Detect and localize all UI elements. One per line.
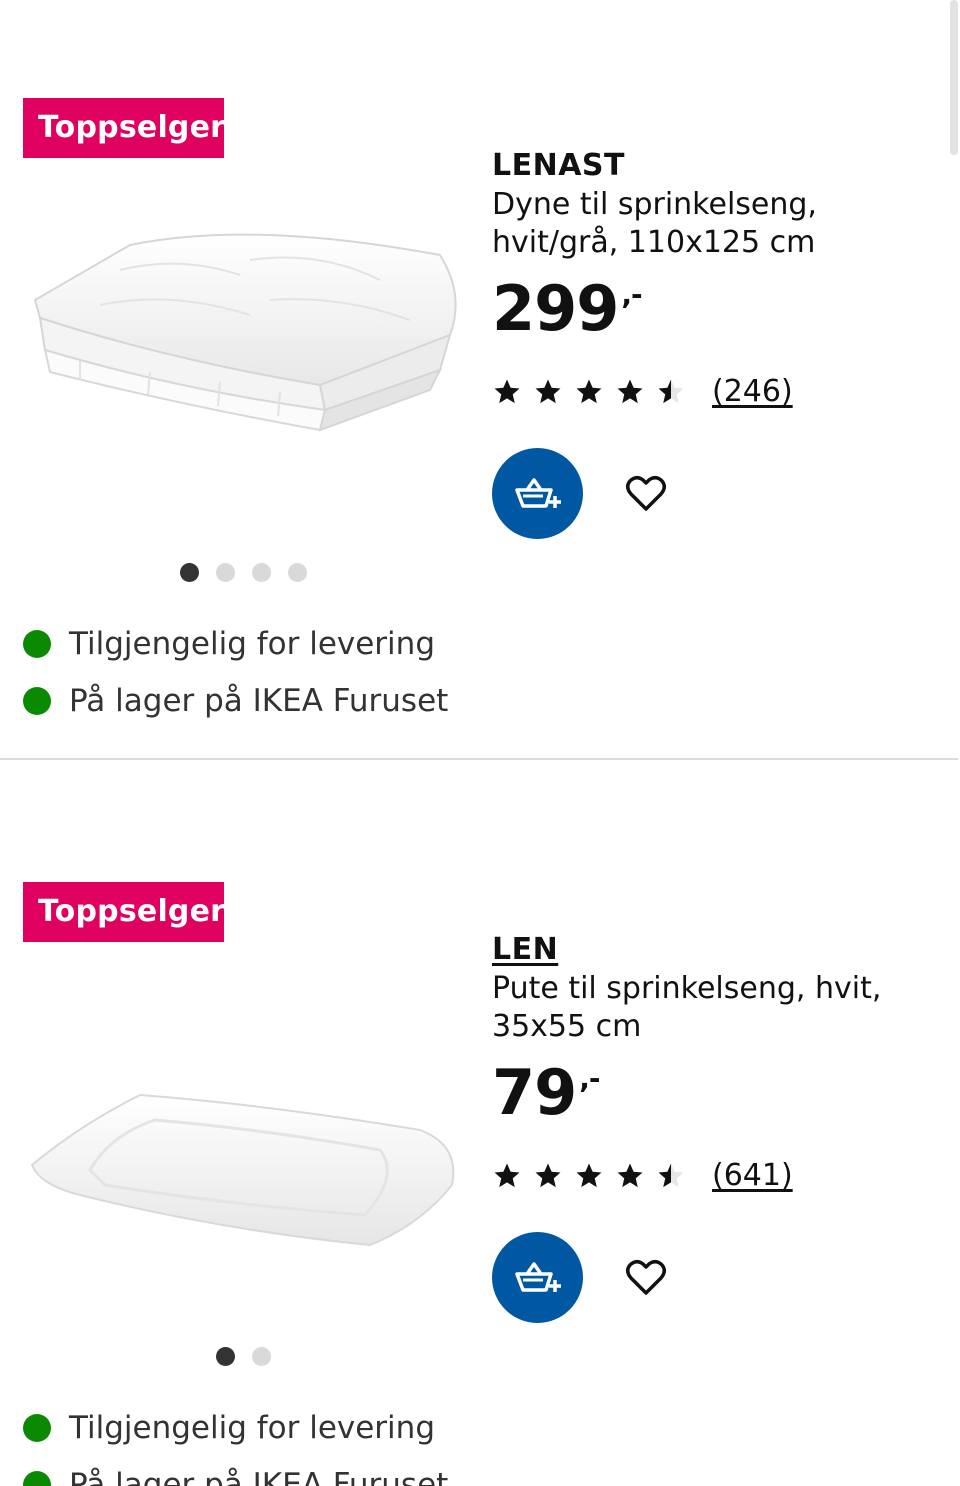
star-icon <box>617 379 643 403</box>
star-icon <box>576 1163 602 1187</box>
product-description[interactable]: Pute til sprinkelseng, hvit, 35x55 cm <box>492 970 912 1046</box>
in-stock-indicator <box>23 1414 51 1442</box>
product-card-len: Toppselger LEN Pute til sprinkelseng, hv… <box>0 760 958 1486</box>
add-to-cart-icon <box>514 1261 561 1292</box>
top-seller-badge: Toppselger <box>23 98 225 158</box>
availability-text: På lager på IKEA Furuset <box>69 1467 449 1486</box>
product-description[interactable]: Dyne til sprinkelseng, hvit/grå, 110x125… <box>492 186 912 262</box>
availability-text: Tilgjengelig for levering <box>69 626 435 662</box>
product-price: 79 ,- <box>492 1056 601 1129</box>
half-star-icon <box>658 379 684 403</box>
top-seller-badge: Toppselger <box>23 882 225 942</box>
carousel-dot[interactable] <box>216 563 235 582</box>
rating-stars <box>492 377 686 407</box>
price-value: 79 <box>492 1056 577 1129</box>
availability-text: På lager på IKEA Furuset <box>69 683 449 719</box>
product-rating[interactable]: (246) <box>492 374 793 409</box>
add-to-cart-button[interactable] <box>492 448 583 539</box>
heart-icon <box>626 476 666 511</box>
price-suffix: ,- <box>621 278 642 311</box>
add-to-favourites-button[interactable] <box>622 1255 670 1299</box>
add-to-cart-button[interactable] <box>492 1232 583 1323</box>
image-carousel-dots[interactable] <box>180 563 307 582</box>
carousel-dot[interactable] <box>288 563 307 582</box>
star-icon <box>494 1163 520 1187</box>
heart-icon <box>626 1260 666 1295</box>
rating-stars <box>492 1161 686 1191</box>
carousel-dot[interactable] <box>216 1347 235 1366</box>
folded-duvet-image[interactable] <box>20 200 470 530</box>
price-value: 299 <box>492 272 619 345</box>
star-icon <box>494 379 520 403</box>
carousel-dot[interactable] <box>252 1347 271 1366</box>
add-to-cart-icon <box>514 477 561 508</box>
product-price: 299 ,- <box>492 272 643 345</box>
in-stock-indicator <box>23 630 51 658</box>
review-count-link[interactable]: (246) <box>712 374 793 409</box>
image-carousel-dots[interactable] <box>216 1347 271 1366</box>
star-icon <box>617 1163 643 1187</box>
price-suffix: ,- <box>579 1062 600 1095</box>
pillow-image[interactable] <box>20 1000 470 1330</box>
product-rating[interactable]: (641) <box>492 1158 793 1193</box>
delivery-availability: Tilgjengelig for levering <box>23 626 435 662</box>
product-name[interactable]: LENAST <box>492 148 625 183</box>
product-card-lenast: Toppselger LENAST Dyne til sprinkelseng,… <box>0 0 958 760</box>
add-to-favourites-button[interactable] <box>622 471 670 515</box>
availability-text: Tilgjengelig for levering <box>69 1410 435 1446</box>
in-stock-indicator <box>23 687 51 715</box>
half-star-icon <box>658 1163 684 1187</box>
star-icon <box>576 379 602 403</box>
star-icon <box>535 1163 561 1187</box>
carousel-dot[interactable] <box>180 563 199 582</box>
store-availability: På lager på IKEA Furuset <box>23 683 448 719</box>
star-icon <box>535 379 561 403</box>
store-availability: På lager på IKEA Furuset <box>23 1467 448 1486</box>
product-name[interactable]: LEN <box>492 932 558 967</box>
in-stock-indicator <box>23 1471 51 1486</box>
delivery-availability: Tilgjengelig for levering <box>23 1410 435 1446</box>
carousel-dot[interactable] <box>252 563 271 582</box>
review-count-link[interactable]: (641) <box>712 1158 793 1193</box>
